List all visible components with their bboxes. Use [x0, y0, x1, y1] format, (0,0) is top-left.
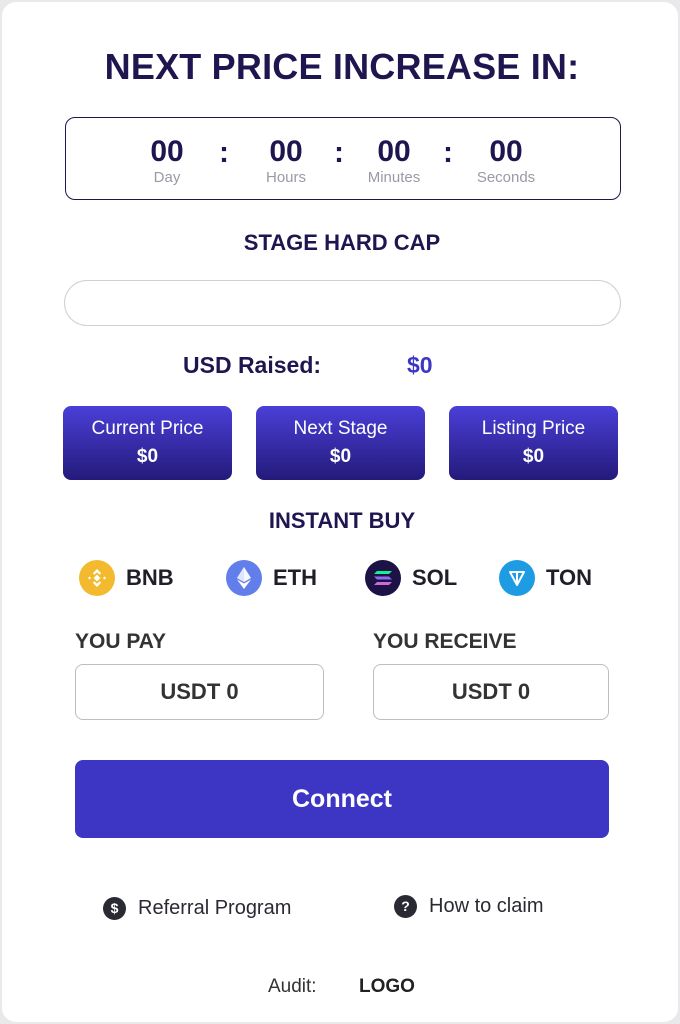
listing-price-value: $0 [522, 446, 545, 467]
referral-program-link[interactable]: $ Referral Program [103, 895, 291, 921]
audit-logo[interactable]: LOGO [359, 976, 415, 998]
presale-widget: NEXT PRICE INCREASE IN: 00 Day : 00 Hour… [2, 2, 678, 1022]
you-receive-input[interactable]: USDT 0 [373, 664, 609, 720]
next-stage-value: $0 [329, 446, 352, 467]
coin-name-ton: TON [546, 565, 593, 590]
bnb-icon [79, 560, 115, 596]
how-to-claim-label: How to claim [429, 894, 544, 917]
dollar-icon: $ [103, 896, 126, 920]
minutes-value: 00 [377, 135, 411, 168]
you-pay-label: YOU PAY [75, 630, 167, 653]
coin-option-sol[interactable]: SOL [365, 560, 457, 596]
minutes-label: Minutes [367, 169, 421, 186]
hours-value: 00 [269, 135, 303, 168]
hard-cap-progress-bar [64, 280, 621, 326]
question-icon: ? [394, 894, 417, 918]
referral-program-label: Referral Program [138, 896, 292, 919]
seconds-value: 00 [489, 135, 523, 168]
countdown-hours: 00 Hours [231, 135, 341, 187]
countdown-separator: : [219, 136, 229, 169]
listing-price-box: Listing Price $0 [449, 406, 618, 480]
eth-icon [226, 560, 262, 596]
next-stage-label: Next Stage [293, 418, 388, 439]
how-to-claim-link[interactable]: ? How to claim [394, 893, 543, 919]
you-pay-input[interactable]: USDT 0 [75, 664, 324, 720]
sol-icon [365, 560, 401, 596]
coin-option-eth[interactable]: ETH [226, 560, 317, 596]
audit-label: Audit: [268, 976, 317, 997]
you-receive-label: YOU RECEIVE [373, 630, 517, 653]
countdown-seconds: 00 Seconds [451, 135, 561, 187]
ton-icon [499, 560, 535, 596]
current-price-value: $0 [136, 446, 159, 467]
instant-buy-title: INSTANT BUY [268, 508, 416, 533]
usd-raised-label: USD Raised: [183, 352, 322, 378]
hours-label: Hours [265, 169, 306, 186]
current-price-box: Current Price $0 [63, 406, 232, 480]
coin-option-ton[interactable]: TON [499, 560, 592, 596]
current-price-label: Current Price [91, 418, 204, 439]
hard-cap-title: STAGE HARD CAP [243, 230, 441, 255]
page-title: NEXT PRICE INCREASE IN: [104, 46, 580, 87]
usd-raised-value: $0 [407, 352, 433, 378]
countdown-timer: 00 Day : 00 Hours : 00 Minutes : 00 Seco… [65, 117, 621, 200]
coin-name-sol: SOL [412, 565, 458, 590]
next-stage-box: Next Stage $0 [256, 406, 425, 480]
countdown-days: 00 Day [112, 135, 222, 187]
countdown-minutes: 00 Minutes [339, 135, 449, 187]
connect-button[interactable]: Connect [75, 760, 609, 838]
coin-name-eth: ETH [273, 565, 317, 590]
days-label: Day [153, 169, 181, 186]
seconds-label: Seconds [476, 169, 536, 186]
coin-option-bnb[interactable]: BNB [79, 560, 174, 596]
listing-price-label: Listing Price [481, 418, 586, 439]
days-value: 00 [150, 135, 184, 168]
coin-name-bnb: BNB [126, 565, 174, 590]
